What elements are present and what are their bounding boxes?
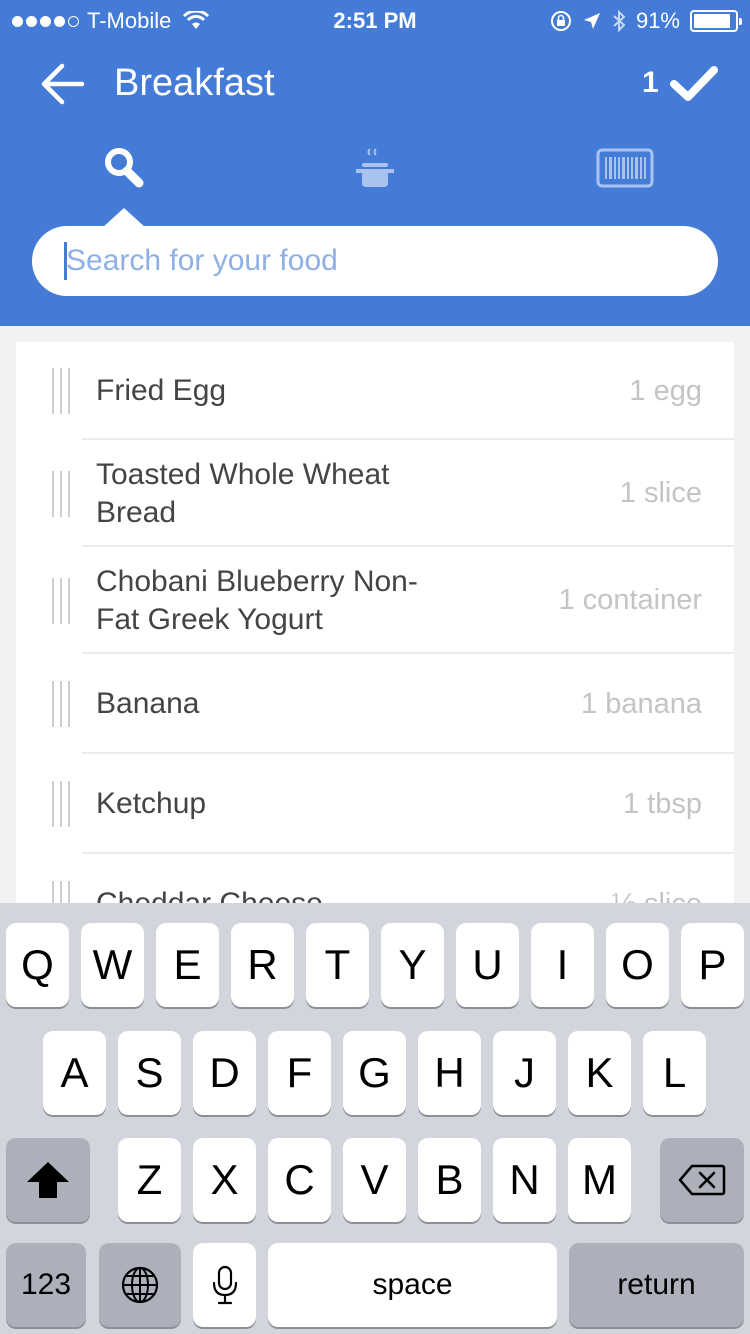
tab-bar <box>0 140 750 200</box>
drag-handle-icon[interactable] <box>52 681 76 727</box>
key-x[interactable]: X <box>193 1138 256 1222</box>
key-c[interactable]: C <box>268 1138 331 1222</box>
location-icon <box>583 13 600 29</box>
food-amount: 1 container <box>558 584 703 616</box>
status-bar: T-Mobile 2:51 PM 91% <box>0 0 750 40</box>
drag-handle-icon[interactable] <box>52 781 76 827</box>
key-r[interactable]: R <box>231 923 294 1007</box>
globe-key[interactable] <box>99 1243 181 1327</box>
barcode-icon <box>596 148 654 188</box>
food-name: Chobani Blueberry Non-Fat Greek Yogurt <box>96 564 418 636</box>
key-n[interactable]: N <box>493 1138 556 1222</box>
tab-search[interactable] <box>84 140 164 196</box>
keyboard: Q W E R T Y U I O P A S D F G H J K L Z … <box>0 903 750 1334</box>
key-a[interactable]: A <box>43 1031 106 1115</box>
key-w[interactable]: W <box>81 923 144 1007</box>
drag-handle-icon[interactable] <box>52 368 76 414</box>
list-item[interactable]: Fried Egg 1 egg <box>16 342 734 440</box>
list-item[interactable]: Chobani Blueberry Non-Fat Greek Yogurt 1… <box>16 547 734 654</box>
list-item[interactable]: Banana 1 banana <box>16 654 734 754</box>
food-amount: 1 slice <box>619 477 702 509</box>
key-q[interactable]: Q <box>6 923 69 1007</box>
drag-handle-icon[interactable] <box>52 470 76 517</box>
shift-key[interactable] <box>6 1138 90 1222</box>
battery-percent: 91% <box>635 8 680 33</box>
globe-icon <box>121 1266 159 1304</box>
food-list: Fried Egg 1 egg Toasted Whole Wheat Brea… <box>16 342 734 912</box>
list-item[interactable]: Toasted Whole Wheat Bread 1 slice <box>16 440 734 547</box>
tab-barcode[interactable] <box>585 140 665 196</box>
key-o[interactable]: O <box>606 923 669 1007</box>
tab-recipes[interactable] <box>335 140 415 196</box>
drag-handle-icon[interactable] <box>52 577 76 624</box>
return-key[interactable]: return <box>569 1243 744 1327</box>
search-icon <box>105 148 144 188</box>
key-g[interactable]: G <box>343 1031 406 1115</box>
key-s[interactable]: S <box>118 1031 181 1115</box>
bluetooth-icon <box>613 10 626 32</box>
orientation-lock-icon <box>550 11 571 31</box>
active-tab-indicator <box>102 208 146 228</box>
backspace-icon <box>678 1164 726 1196</box>
shift-arrow-icon <box>27 1162 69 1198</box>
key-z[interactable]: Z <box>118 1138 181 1222</box>
key-y[interactable]: Y <box>381 923 444 1007</box>
food-amount: 1 banana <box>581 687 702 720</box>
food-name: Toasted Whole Wheat Bread <box>96 457 390 529</box>
text-cursor <box>64 242 67 280</box>
key-m[interactable]: M <box>568 1138 631 1222</box>
battery-icon <box>690 10 742 32</box>
header: T-Mobile 2:51 PM 91% Breakfast 1 Search … <box>0 0 750 326</box>
key-e[interactable]: E <box>156 923 219 1007</box>
key-h[interactable]: H <box>418 1031 481 1115</box>
search-field[interactable] <box>32 226 718 296</box>
food-name: Banana <box>96 687 200 720</box>
key-f[interactable]: F <box>268 1031 331 1115</box>
key-b[interactable]: B <box>418 1138 481 1222</box>
space-key[interactable]: space <box>268 1243 557 1327</box>
food-amount: 1 egg <box>629 374 702 407</box>
dictation-key[interactable] <box>193 1243 256 1327</box>
selected-count: 1 <box>642 66 659 99</box>
status-right: 91% <box>550 8 742 34</box>
key-l[interactable]: L <box>643 1031 706 1115</box>
key-t[interactable]: T <box>306 923 369 1007</box>
search-input[interactable] <box>66 244 666 278</box>
food-name: Fried Egg <box>96 374 227 407</box>
microphone-icon <box>212 1265 237 1305</box>
key-d[interactable]: D <box>193 1031 256 1115</box>
numbers-key[interactable]: 123 <box>6 1243 86 1327</box>
checkmark-icon[interactable] <box>668 64 720 104</box>
cooking-pot-icon <box>356 148 394 187</box>
key-p[interactable]: P <box>681 923 744 1007</box>
key-v[interactable]: V <box>343 1138 406 1222</box>
delete-key[interactable] <box>660 1138 744 1222</box>
key-u[interactable]: U <box>456 923 519 1007</box>
food-amount: 1 tbsp <box>623 787 702 820</box>
key-k[interactable]: K <box>568 1031 631 1115</box>
nav-bar: Breakfast 1 <box>0 54 750 114</box>
list-item[interactable]: Ketchup 1 tbsp <box>16 754 734 854</box>
key-i[interactable]: I <box>531 923 594 1007</box>
page-title: Breakfast <box>114 62 275 104</box>
food-name: Ketchup <box>96 787 207 820</box>
back-arrow-icon[interactable] <box>40 62 86 106</box>
key-j[interactable]: J <box>493 1031 556 1115</box>
